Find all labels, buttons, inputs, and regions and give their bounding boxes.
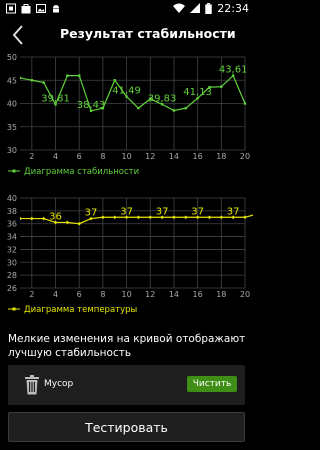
y-tick-label: 38 [7,207,17,216]
data-point [220,85,223,88]
temperature-chart: 26 28 30 32 34 36 38 40 2 4 6 8 10 12 14 16 18 20 36 37 37 37… [0,190,253,318]
y-tick-label: 30 [7,146,17,155]
data-point [112,215,117,220]
data-point [78,74,81,77]
data-point [30,216,34,221]
x-tick-label: 20 [240,290,250,299]
data-label: 37 [120,206,133,217]
data-point [207,215,212,220]
test-button[interactable]: Тестировать [8,412,245,442]
trash-icon [25,375,39,395]
x-tick-label: 16 [193,152,203,161]
y-tick-label: 50 [7,53,17,62]
y-tick-label: 35 [7,123,17,132]
header: Результат стабильности [0,18,253,52]
page-title: Результат стабильности [60,26,236,41]
y-tick-label: 30 [7,258,17,267]
y-tick-label: 26 [7,284,17,293]
data-point [219,215,224,220]
data-point [41,216,46,221]
data-point [184,106,187,110]
data-label: 41,13 [183,87,212,98]
x-tick-label: 6 [77,152,82,161]
data-label: 43,61 [219,65,248,76]
x-tick-label: 18 [216,152,226,161]
status-bar: 22:34 [0,0,253,18]
y-tick-label: 28 [7,271,17,280]
y-tick-label: 34 [7,233,17,242]
data-label: 37 [85,208,98,219]
x-tick-label: 16 [193,290,203,299]
x-tick-label: 12 [145,152,155,161]
x-tick-label: 14 [169,152,179,161]
data-label: 37 [227,206,240,217]
data-point [101,215,105,220]
y-tick-label: 40 [7,100,17,109]
data-label: 38,43 [77,100,106,111]
data-point [243,102,247,105]
y-tick-label: 45 [7,76,17,85]
legend-label: Диаграмма температуры [24,305,137,315]
data-label: 37 [156,206,169,217]
stability-chart-svg: 30 35 40 45 50 2 4 6 8 10 12 14 16 18 20 39,81 38,43 41,4… [7,53,250,177]
x-tick-label: 4 [53,152,58,161]
legend-label: Диаграмма стабильности [24,167,139,177]
y-tick-label: 32 [7,245,17,254]
data-point [183,215,188,220]
y-tick-label: 36 [7,220,17,229]
data-point [20,76,22,80]
data-point [77,221,82,226]
trash-panel: Мусор Чистить [8,365,245,405]
battery-icon [205,3,213,14]
y-tick-label: 40 [7,194,17,203]
data-label: 41,49 [112,86,141,97]
data-label: 36 [49,211,62,222]
x-tick-label: 14 [169,290,179,299]
x-tick-label: 10 [121,290,131,299]
x-tick-label: 10 [121,152,131,161]
x-tick-label: 12 [145,290,155,299]
data-point [148,215,153,220]
legend-swatch-marker [12,307,16,311]
x-tick-label: 4 [53,290,58,299]
image-icon [36,4,46,13]
x-tick-label: 2 [29,152,34,161]
x-tick-label: 8 [100,152,105,161]
data-label: 39,83 [148,93,177,104]
x-tick-label: 8 [100,290,105,299]
data-point [243,215,247,220]
x-tick-label: 2 [29,290,34,299]
data-point [113,79,116,82]
clean-button[interactable]: Чистить [187,376,237,392]
legend-swatch-marker [12,169,16,173]
x-tick-label: 6 [77,290,82,299]
data-point [136,215,141,220]
x-tick-label: 18 [216,290,226,299]
data-point [137,106,140,110]
status-time: 22:34 [217,2,249,15]
wifi-icon [173,3,186,13]
x-tick-label: 20 [240,152,250,161]
data-point [30,79,34,82]
data-point [20,216,22,221]
android-icon [53,5,59,13]
bag-icon [21,4,31,14]
data-label: 39,81 [41,93,70,104]
stability-chart: 30 35 40 45 50 2 4 6 8 10 12 14 16 18 20 39,81 38,43 41,4… [0,50,253,180]
signal-icon [190,3,201,13]
data-point [66,74,69,77]
temperature-chart-svg: 26 28 30 32 34 36 38 40 2 4 6 8 10 12 14 16 18 20 36 37 37 37… [7,194,253,315]
data-point [172,215,176,220]
data-point [172,109,176,112]
screenshot-icon [6,3,16,14]
trash-label: Мусор [44,379,74,389]
back-arrow-icon[interactable] [8,22,30,48]
data-point [42,81,45,84]
data-label: 37 [191,206,204,217]
stability-description: Мелкие изменения на кривой отображают лу… [8,333,246,359]
